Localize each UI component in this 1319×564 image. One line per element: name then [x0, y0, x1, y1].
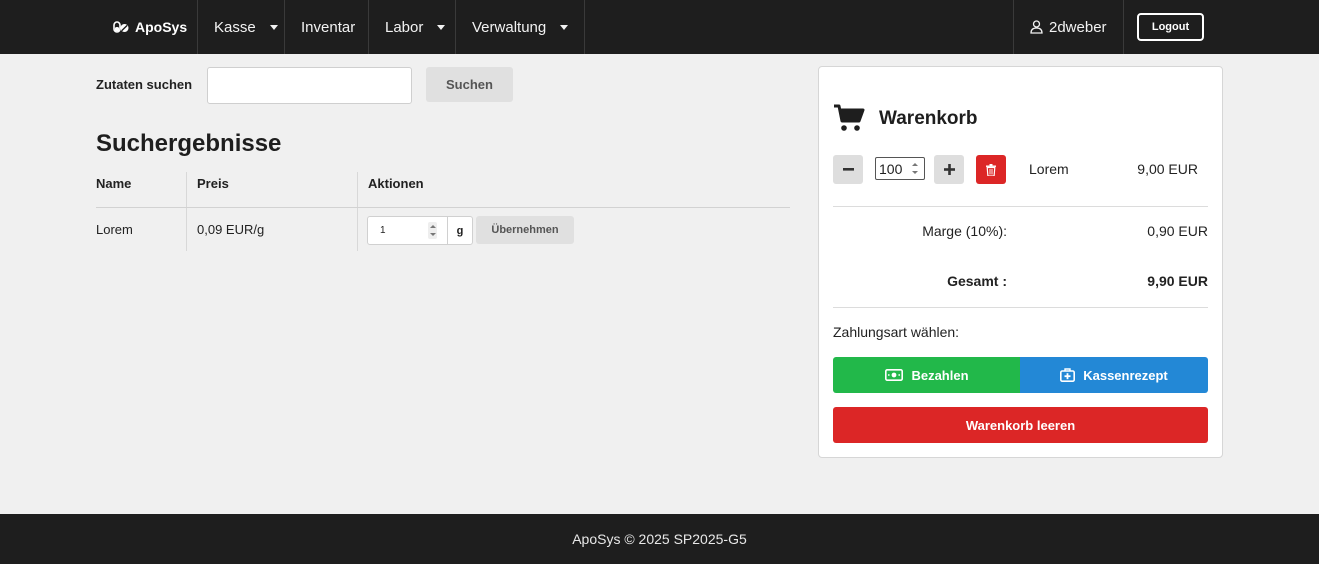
results-title: Suchergebnisse [96, 130, 282, 157]
divider [833, 206, 1208, 207]
apply-button[interactable]: Übernehmen [476, 216, 574, 244]
pills-icon [113, 21, 129, 33]
nav-item-inventar[interactable]: Inventar [284, 0, 371, 54]
result-name: Lorem [96, 222, 133, 237]
clear-cart-button[interactable]: Warenkorb leeren [833, 407, 1208, 443]
prescription-button-label: Kassenrezept [1083, 367, 1168, 383]
remove-item-button[interactable] [976, 155, 1006, 184]
result-price: 0,09 EUR/g [197, 222, 265, 237]
user-menu[interactable]: 2dweber [1013, 0, 1124, 54]
decrease-quantity-button[interactable] [833, 155, 863, 184]
column-header-actions: Aktionen [368, 176, 424, 191]
search-input[interactable] [207, 67, 412, 104]
username: 2dweber [1049, 18, 1107, 36]
search-label: Zutaten suchen [96, 77, 193, 92]
spinner-icon[interactable] [428, 222, 437, 239]
search-button[interactable]: Suchen [426, 67, 513, 102]
logout-button[interactable]: Logout [1137, 13, 1204, 41]
payment-method-label: Zahlungsart wählen: [833, 324, 960, 340]
nav-label: Kasse [214, 18, 256, 36]
trash-icon [986, 163, 996, 176]
table-divider [96, 207, 790, 208]
spinner-icon[interactable] [910, 161, 920, 176]
column-divider [186, 172, 187, 251]
nav-item-verwaltung[interactable]: Verwaltung [455, 0, 586, 54]
nav-item-labor[interactable]: Labor [368, 0, 461, 54]
brand-link[interactable]: ApoSys [113, 0, 187, 54]
total-label: Gesamt : [947, 273, 1007, 289]
prescription-button[interactable]: Kassenrezept [1020, 357, 1208, 393]
pay-button[interactable]: Bezahlen [833, 357, 1021, 393]
cart-item-name: Lorem [1029, 161, 1069, 177]
cart-title: Warenkorb [879, 108, 978, 129]
top-navbar: ApoSys Kasse Inventar Labor Verwaltung 2… [0, 0, 1319, 54]
quantity-value: 1 [380, 225, 386, 236]
cart-item-price: 9,00 EUR [1137, 161, 1198, 177]
nav-label: Inventar [301, 18, 356, 36]
nav-label: Verwaltung [472, 18, 547, 36]
caret-down-icon [560, 24, 569, 30]
margin-label: Marge (10%): [922, 223, 1007, 239]
pay-button-label: Bezahlen [911, 367, 969, 383]
cart-quantity-value: 100 [879, 160, 903, 177]
minus-icon [842, 168, 854, 171]
footer-text: ApoSys © 2025 SP2025-G5 [572, 531, 747, 547]
cart-quantity-input[interactable]: 100 [875, 157, 925, 180]
divider [833, 307, 1208, 308]
total-value: 9,90 EUR [1147, 273, 1208, 289]
brand-name: ApoSys [135, 19, 188, 35]
unit-label: g [447, 216, 473, 245]
caret-down-icon [437, 24, 446, 30]
nav-item-kasse[interactable]: Kasse [197, 0, 294, 54]
shopping-cart-icon [834, 104, 865, 131]
user-icon [1030, 20, 1043, 34]
money-bill-icon [885, 369, 904, 381]
quantity-input[interactable]: 1 [367, 216, 448, 245]
column-divider [357, 172, 358, 251]
caret-down-icon [269, 24, 278, 30]
nav-label: Labor [385, 18, 424, 36]
column-header-price: Preis [197, 176, 229, 191]
margin-value: 0,90 EUR [1147, 223, 1208, 239]
increase-quantity-button[interactable] [934, 155, 964, 184]
medical-kit-icon [1060, 368, 1076, 382]
plus-icon [943, 164, 955, 175]
footer: ApoSys © 2025 SP2025-G5 [0, 514, 1319, 564]
column-header-name: Name [96, 176, 132, 191]
